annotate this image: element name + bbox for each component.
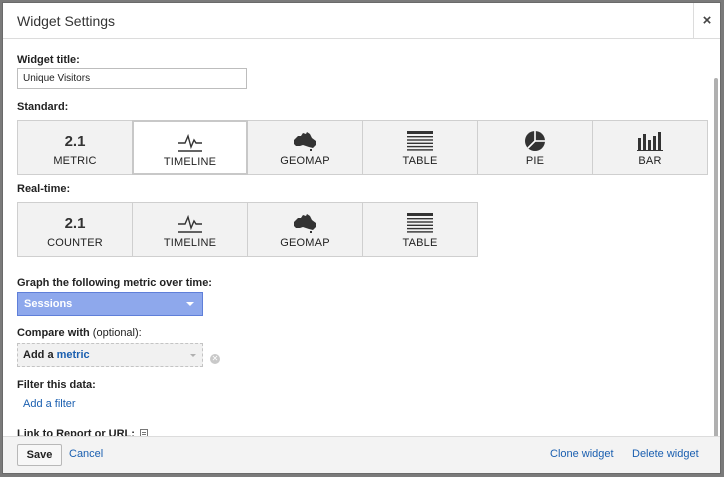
pie-icon [478, 130, 592, 152]
standard-tiles: 2.1 METRIC TIMELINE GEOMAP TABLE PIE BAR [17, 120, 708, 175]
tile-label: GEOMAP [280, 155, 330, 167]
tile-label: GEOMAP [280, 237, 330, 249]
timeline-icon [134, 131, 246, 153]
metric-dropdown-value: Sessions [24, 298, 73, 310]
widget-title-label: Widget title: [17, 54, 80, 66]
tile-counter[interactable]: 2.1 COUNTER [17, 202, 133, 257]
chevron-down-icon [186, 302, 194, 306]
number-icon: 2.1 [18, 130, 132, 152]
timeline-icon [133, 212, 247, 234]
compare-label: Compare with (optional): [17, 327, 142, 339]
metric-dropdown[interactable]: Sessions [17, 292, 203, 316]
tile-label: METRIC [53, 155, 97, 167]
realtime-label: Real-time: [17, 183, 71, 195]
tile-number-text: 2.1 [64, 132, 86, 150]
cancel-link[interactable]: Cancel [69, 448, 103, 460]
add-filter-link[interactable]: Add a filter [23, 398, 76, 410]
compare-prefix: Add a [23, 349, 54, 361]
filter-label: Filter this data: [17, 379, 96, 391]
bar-icon [593, 130, 707, 152]
tile-timeline[interactable]: TIMELINE [132, 202, 248, 257]
tile-geomap[interactable]: GEOMAP [247, 202, 363, 257]
tile-timeline[interactable]: TIMELINE [132, 120, 248, 175]
tile-label: COUNTER [47, 237, 103, 249]
dialog-footer: Save Cancel Clone widget Delete widget [3, 436, 720, 473]
clone-widget-link[interactable]: Clone widget [550, 448, 614, 460]
compare-label-text: Compare with [17, 327, 90, 339]
tile-label: TABLE [402, 237, 438, 249]
clear-icon[interactable]: ✕ [210, 354, 220, 364]
chevron-down-icon [190, 354, 196, 357]
tile-label: TABLE [402, 155, 438, 167]
compare-metric-dropdown[interactable]: Add a metric [17, 343, 203, 367]
tile-label: TIMELINE [163, 156, 217, 168]
australia-map-icon [248, 212, 362, 234]
table-icon [363, 130, 477, 152]
dialog-titlebar: Widget Settings × [3, 3, 720, 39]
dialog-title: Widget Settings [17, 13, 116, 29]
tile-geomap[interactable]: GEOMAP [247, 120, 363, 175]
number-icon: 2.1 [18, 212, 132, 234]
tile-label: PIE [525, 155, 545, 167]
tile-number-text: 2.1 [64, 214, 86, 232]
compare-optional-text: (optional): [92, 327, 142, 339]
tile-pie[interactable]: PIE [477, 120, 593, 175]
table-icon [363, 212, 477, 234]
close-icon: × [702, 12, 712, 29]
close-button[interactable]: × [693, 3, 720, 38]
graph-metric-label: Graph the following metric over time: [17, 277, 212, 289]
tile-bar[interactable]: BAR [592, 120, 708, 175]
compare-metric-word: metric [56, 349, 90, 361]
tile-table[interactable]: TABLE [362, 120, 478, 175]
delete-widget-link[interactable]: Delete widget [632, 448, 699, 460]
tile-metric[interactable]: 2.1 METRIC [17, 120, 133, 175]
standard-label: Standard: [17, 101, 69, 113]
realtime-tiles: 2.1 COUNTER TIMELINE GEOMAP TABLE [17, 202, 478, 257]
australia-map-icon [248, 130, 362, 152]
dialog-content: Widget title: Standard: 2.1 METRIC TIMELIN… [3, 39, 720, 437]
tile-label: TIMELINE [163, 237, 217, 249]
widget-settings-dialog: Widget Settings × Widget title: Standard… [2, 2, 721, 474]
scrollbar[interactable] [714, 78, 718, 437]
tile-label: BAR [638, 155, 662, 167]
compare-dropdown-value: Add a metric [23, 349, 90, 361]
save-button[interactable]: Save [17, 444, 62, 466]
widget-title-input[interactable] [17, 68, 247, 89]
tile-table[interactable]: TABLE [362, 202, 478, 257]
